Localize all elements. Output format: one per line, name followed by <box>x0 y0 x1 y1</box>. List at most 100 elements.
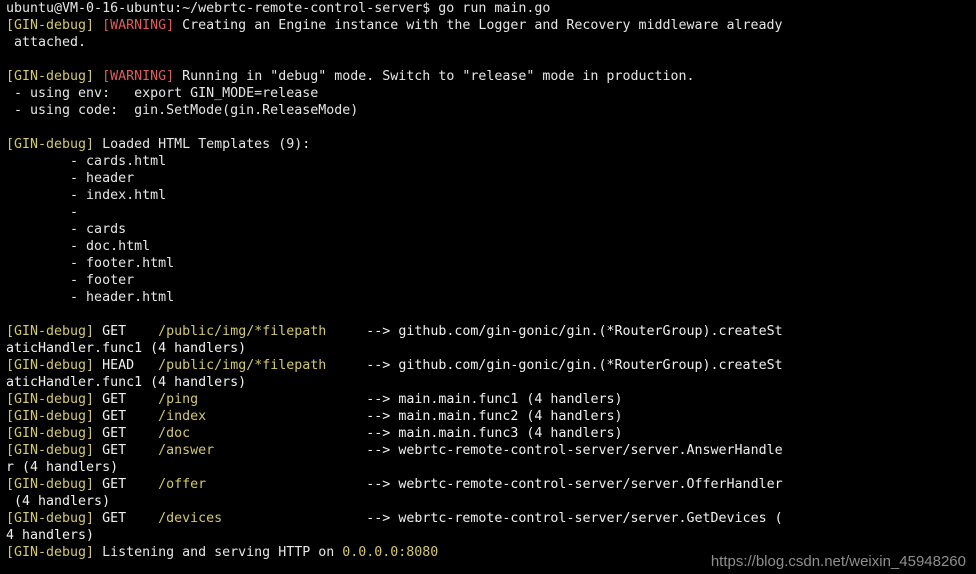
segment-plain <box>6 307 14 322</box>
segment-debug: [GIN-debug] <box>6 18 103 33</box>
segment-debug: [GIN-debug] <box>6 409 103 424</box>
terminal-line-warn-mode-1: [GIN-debug] [WARNING] Running in "debug"… <box>6 68 976 85</box>
segment-debug: [GIN-debug] <box>6 358 103 373</box>
terminal-line-route-img-get-2: aticHandler.func1 (4 handlers) <box>6 340 976 357</box>
terminal-line-spacer-3 <box>6 306 976 323</box>
terminal-line-route-doc: [GIN-debug] GET /doc --> main.main.func3… <box>6 425 976 442</box>
segment-warning: [WARNING] <box>102 69 183 84</box>
segment-method: GET <box>102 426 135 441</box>
segment-arrow: --> <box>366 409 399 424</box>
segment-path: /public/img/*filepath <box>158 324 327 339</box>
segment-handler: webrtc-remote-control-server/server.Offe… <box>398 477 783 492</box>
segment-plain <box>134 358 158 373</box>
segment-plain: Creating an Engine instance with the Log… <box>182 18 783 33</box>
terminal-line-route-devices-2: 4 handlers) <box>6 527 976 544</box>
segment-method: GET <box>102 409 135 424</box>
terminal-line-warn-engine-2: attached. <box>6 34 976 51</box>
segment-debug: [GIN-debug] <box>6 443 103 458</box>
segment-plain: - cards.html <box>6 154 167 169</box>
terminal-line-route-answer-1: [GIN-debug] GET /answer --> webrtc-remot… <box>6 442 976 459</box>
segment-debug: [GIN-debug] <box>6 324 103 339</box>
segment-plain: - footer.html <box>6 256 175 271</box>
segment-plain <box>134 426 158 441</box>
terminal-line-route-img-head-2: aticHandler.func1 (4 handlers) <box>6 374 976 391</box>
segment-arrow: --> <box>366 477 399 492</box>
terminal-line-route-index: [GIN-debug] GET /index --> main.main.fun… <box>6 408 976 425</box>
terminal-line-template-header-html: - header.html <box>6 289 976 306</box>
terminal-line-warn-mode-env: - using env: export GIN_MODE=release <box>6 85 976 102</box>
terminal-window[interactable]: ubuntu@VM-0-16-ubuntu:~/webrtc-remote-co… <box>0 0 976 574</box>
terminal-line-template-header: - header <box>6 170 976 187</box>
segment-arrow: --> <box>366 358 399 373</box>
terminal-line-route-ping: [GIN-debug] GET /ping --> main.main.func… <box>6 391 976 408</box>
terminal-line-template-cards: - cards <box>6 221 976 238</box>
segment-handler: main.main.func2 (4 handlers) <box>398 409 623 424</box>
segment-plain <box>198 392 366 407</box>
segment-arrow: --> <box>366 392 399 407</box>
segment-path: /offer <box>158 477 207 492</box>
terminal-line-spacer-1 <box>6 51 976 68</box>
terminal-line-route-img-get-1: [GIN-debug] GET /public/img/*filepath --… <box>6 323 976 340</box>
segment-path: /answer <box>158 443 215 458</box>
terminal-line-route-offer-1: [GIN-debug] GET /offer --> webrtc-remote… <box>6 476 976 493</box>
segment-warning: [WARNING] <box>102 18 183 33</box>
segment-method: GET <box>102 324 135 339</box>
segment-plain: - using env: export GIN_MODE=release <box>6 86 319 101</box>
segment-method: HEAD <box>102 358 135 373</box>
segment-plain <box>214 443 366 458</box>
terminal-line-route-offer-2: (4 handlers) <box>6 493 976 510</box>
segment-plain: - <box>6 205 87 220</box>
segment-debug: [GIN-debug] <box>6 545 103 560</box>
segment-handler: (4 handlers) <box>6 494 111 509</box>
segment-debug: [GIN-debug] <box>6 477 103 492</box>
segment-plain: - header.html <box>6 290 175 305</box>
segment-plain <box>190 426 366 441</box>
segment-handler: main.main.func1 (4 handlers) <box>398 392 623 407</box>
terminal-line-route-img-head-1: [GIN-debug] HEAD /public/img/*filepath -… <box>6 357 976 374</box>
terminal-line-route-devices-1: [GIN-debug] GET /devices --> webrtc-remo… <box>6 510 976 527</box>
segment-method: GET <box>102 392 135 407</box>
segment-plain: Listening and serving HTTP on <box>102 545 343 560</box>
terminal-line-warn-engine-1: [GIN-debug] [WARNING] Creating an Engine… <box>6 17 976 34</box>
segment-plain <box>326 358 366 373</box>
segment-plain: attached. <box>6 35 87 50</box>
segment-plain <box>222 511 366 526</box>
segment-path: /ping <box>158 392 199 407</box>
segment-handler: github.com/gin-gonic/gin.(*RouterGroup).… <box>398 358 783 373</box>
terminal-line-route-answer-2: r (4 handlers) <box>6 459 976 476</box>
segment-plain: - index.html <box>6 188 167 203</box>
segment-plain <box>6 52 14 67</box>
segment-handler: github.com/gin-gonic/gin.(*RouterGroup).… <box>398 324 783 339</box>
segment-handler: aticHandler.func1 (4 handlers) <box>6 341 247 356</box>
segment-plain: Running in "debug" mode. Switch to "rele… <box>182 69 695 84</box>
segment-method: GET <box>102 511 135 526</box>
segment-plain: Loaded HTML Templates (9): <box>102 137 311 152</box>
segment-path: /devices <box>158 511 223 526</box>
segment-plain <box>134 477 158 492</box>
terminal-line-template-footer-html: - footer.html <box>6 255 976 272</box>
segment-arrow: --> <box>366 443 399 458</box>
terminal-line-template-index-html: - index.html <box>6 187 976 204</box>
segment-path: /doc <box>158 426 191 441</box>
segment-plain: - using code: gin.SetMode(gin.ReleaseMod… <box>6 103 359 118</box>
segment-path: /public/img/*filepath <box>158 358 327 373</box>
segment-plain <box>134 443 158 458</box>
terminal-output: ubuntu@VM-0-16-ubuntu:~/webrtc-remote-co… <box>6 0 976 561</box>
segment-arrow: --> <box>366 511 399 526</box>
segment-debug: [GIN-debug] <box>6 392 103 407</box>
segment-addr: 0.0.0.0:8080 <box>342 545 439 560</box>
segment-plain: - footer <box>6 273 135 288</box>
segment-debug: [GIN-debug] <box>6 69 103 84</box>
segment-handler: main.main.func3 (4 handlers) <box>398 426 623 441</box>
segment-plain: - doc.html <box>6 239 151 254</box>
segment-plain: - cards <box>6 222 127 237</box>
segment-handler: webrtc-remote-control-server/server.GetD… <box>398 511 783 526</box>
segment-plain <box>206 477 366 492</box>
segment-handler: webrtc-remote-control-server/server.Answ… <box>398 443 783 458</box>
segment-debug: [GIN-debug] <box>6 137 103 152</box>
segment-plain <box>134 324 158 339</box>
segment-plain: - header <box>6 171 135 186</box>
terminal-line-template-cards-html: - cards.html <box>6 153 976 170</box>
segment-plain <box>134 511 158 526</box>
segment-arrow: --> <box>366 426 399 441</box>
